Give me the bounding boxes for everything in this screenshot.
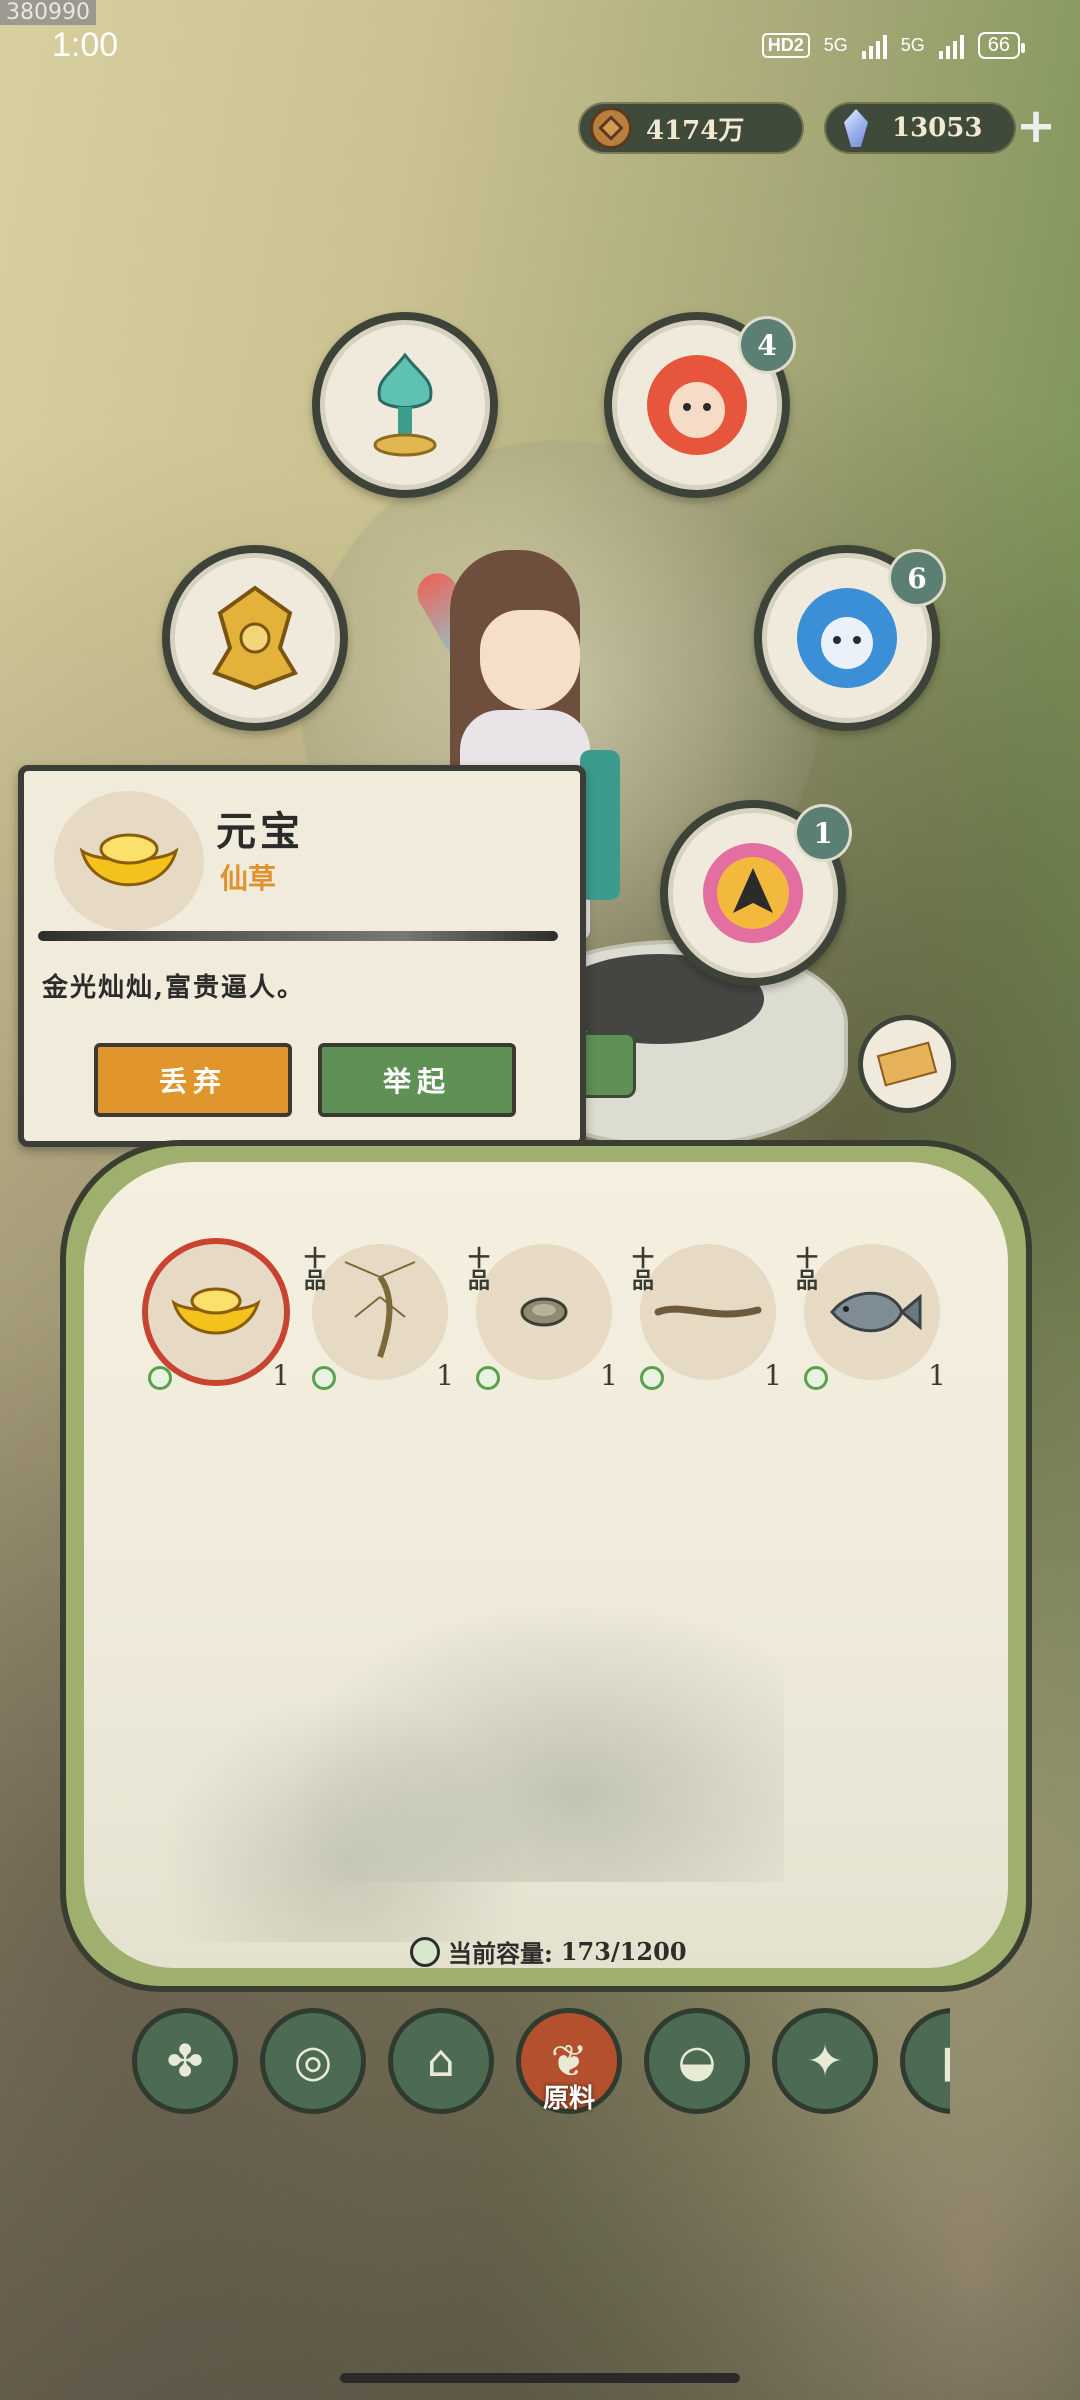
water-spirit-count-badge: 6: [888, 549, 946, 607]
fire-spirit-icon: [647, 355, 747, 455]
grid-icon: ✤: [166, 2035, 204, 2087]
eel-icon: [654, 1305, 762, 1318]
coin-amount: 4174万: [646, 115, 745, 146]
crystal-gem-icon: [844, 109, 868, 147]
slot-frame: [804, 1244, 940, 1380]
signal-icon-2: [938, 33, 964, 59]
gem-counter[interactable]: 13053: [826, 104, 1014, 152]
nav-ingredients[interactable]: ❦ 原料: [516, 2008, 622, 2114]
gold-ingot-icon: [171, 1287, 261, 1335]
inventory-slot[interactable]: 十品 1: [468, 1244, 618, 1392]
status-bar: 1:00 HD2 5G 5G 66: [0, 26, 1080, 76]
slot-frame: [640, 1244, 776, 1380]
lift-button[interactable]: 举起: [318, 1043, 516, 1117]
popup-item-frame: [54, 791, 204, 931]
status-icons: HD2 5G 5G 66: [761, 32, 1026, 59]
slot-fire-spirit[interactable]: 4: [604, 312, 796, 498]
nav-food[interactable]: ◒: [644, 2008, 750, 2114]
fish-icon: [830, 1291, 922, 1333]
item-grade: 十品: [304, 1246, 327, 1294]
grade-leaf-icon: [476, 1366, 500, 1390]
item-grade: 十品: [632, 1246, 655, 1294]
shrimp-icon: [344, 1261, 416, 1358]
signal-icon: [861, 33, 887, 59]
nav-building[interactable]: ⌂: [388, 2008, 494, 2114]
capacity-label: 当前容量:: [448, 1939, 553, 1968]
house-icon: ⌂: [427, 2035, 455, 2087]
category-nav: ✤ ◎ ⌂ ❦ 原料 ◒ ✦ ▮: [130, 2008, 950, 2118]
scroll-button[interactable]: [858, 1015, 956, 1113]
water-spirit-icon: [797, 588, 897, 688]
capacity-indicator: 当前容量: 173/1200: [410, 1934, 687, 1969]
capacity-icon: [410, 1936, 440, 1967]
coin-counter[interactable]: 4174万: [580, 104, 802, 152]
hd-icon: HD2: [761, 33, 810, 58]
popup-item-name: 元宝: [216, 808, 304, 855]
network-label-2: 5G: [900, 35, 925, 55]
inventory-slot[interactable]: 十品 1: [632, 1244, 782, 1392]
item-grade: 十品: [796, 1246, 819, 1294]
battery-icon: 66: [977, 32, 1026, 59]
item-quantity: 1: [272, 1359, 290, 1392]
slot-water-spirit[interactable]: 6: [754, 545, 946, 731]
scroll-icon: [876, 1041, 938, 1087]
capacity-value: 173/1200: [560, 1937, 687, 1966]
grade-leaf-icon: [640, 1366, 664, 1390]
slot-lotus-lamp[interactable]: [312, 312, 498, 498]
gold-ingot-icon: [79, 833, 179, 887]
discard-button[interactable]: 丢弃: [94, 1043, 292, 1117]
book-icon: ▮: [941, 2036, 950, 2087]
nav-books[interactable]: ▮: [900, 2008, 950, 2114]
item-grade: 十品: [468, 1246, 491, 1294]
rice-bowl-icon: ◒: [677, 2035, 717, 2087]
item-detail-popup: 元宝 仙草 金光灿灿,富贵逼人。 丢弃 举起: [18, 765, 586, 1147]
nav-all[interactable]: ✤: [132, 2008, 238, 2114]
mountain-mist-2: [144, 1682, 544, 1942]
network-label-1: 5G: [823, 35, 848, 55]
eagle-spirit-count-badge: 1: [794, 804, 852, 862]
grade-leaf-icon: [804, 1366, 828, 1390]
grade-leaf-icon: [148, 1366, 172, 1390]
inventory-panel: 1 十品 1 十品 1 十品 1 十品 1: [60, 1140, 1032, 1992]
popup-item-description: 金光灿灿,富贵逼人。: [42, 973, 306, 1003]
inventory-panel-inner: 1 十品 1 十品 1 十品 1 十品 1: [84, 1162, 1008, 1968]
inventory-slot[interactable]: 十品 1: [304, 1244, 454, 1392]
slot-frame: [148, 1244, 284, 1380]
popup-divider: [38, 931, 558, 941]
item-quantity: 1: [436, 1359, 454, 1392]
slot-eagle-spirit[interactable]: 1: [660, 800, 852, 986]
popup-item-type: 仙草: [220, 862, 277, 895]
nav-misc[interactable]: ✦: [772, 2008, 878, 2114]
home-indicator[interactable]: [340, 2373, 740, 2383]
slot-frame: [476, 1244, 612, 1380]
plus-icon: +: [1015, 98, 1057, 154]
wood-log-icon: ◎: [293, 2035, 333, 2087]
slot-frame: [312, 1244, 448, 1380]
lotus-lamp-icon: [373, 352, 437, 457]
grade-leaf-icon: [312, 1366, 336, 1390]
overlay-id: 380990: [0, 0, 96, 25]
fire-spirit-count-badge: 4: [738, 316, 796, 374]
golden-armor-icon: [212, 585, 298, 691]
eagle-spirit-icon: [703, 843, 803, 943]
item-quantity: 1: [764, 1359, 782, 1392]
copper-coin-icon: [590, 107, 632, 149]
inventory-slot[interactable]: 1: [140, 1244, 290, 1392]
scroll-shape-icon: ✦: [806, 2035, 844, 2087]
inventory-slot[interactable]: 十品 1: [796, 1244, 946, 1392]
item-quantity: 1: [600, 1359, 618, 1392]
coin-stone-icon: [520, 1297, 568, 1327]
item-quantity: 1: [928, 1359, 946, 1392]
gem-amount: 13053: [892, 113, 983, 143]
nav-wood[interactable]: ◎: [260, 2008, 366, 2114]
nav-ingredients-label: 原料: [542, 2084, 595, 2114]
status-time: 1:00: [52, 26, 119, 64]
add-gems-button[interactable]: +: [1010, 96, 1062, 156]
slot-golden-armor[interactable]: [162, 545, 348, 731]
